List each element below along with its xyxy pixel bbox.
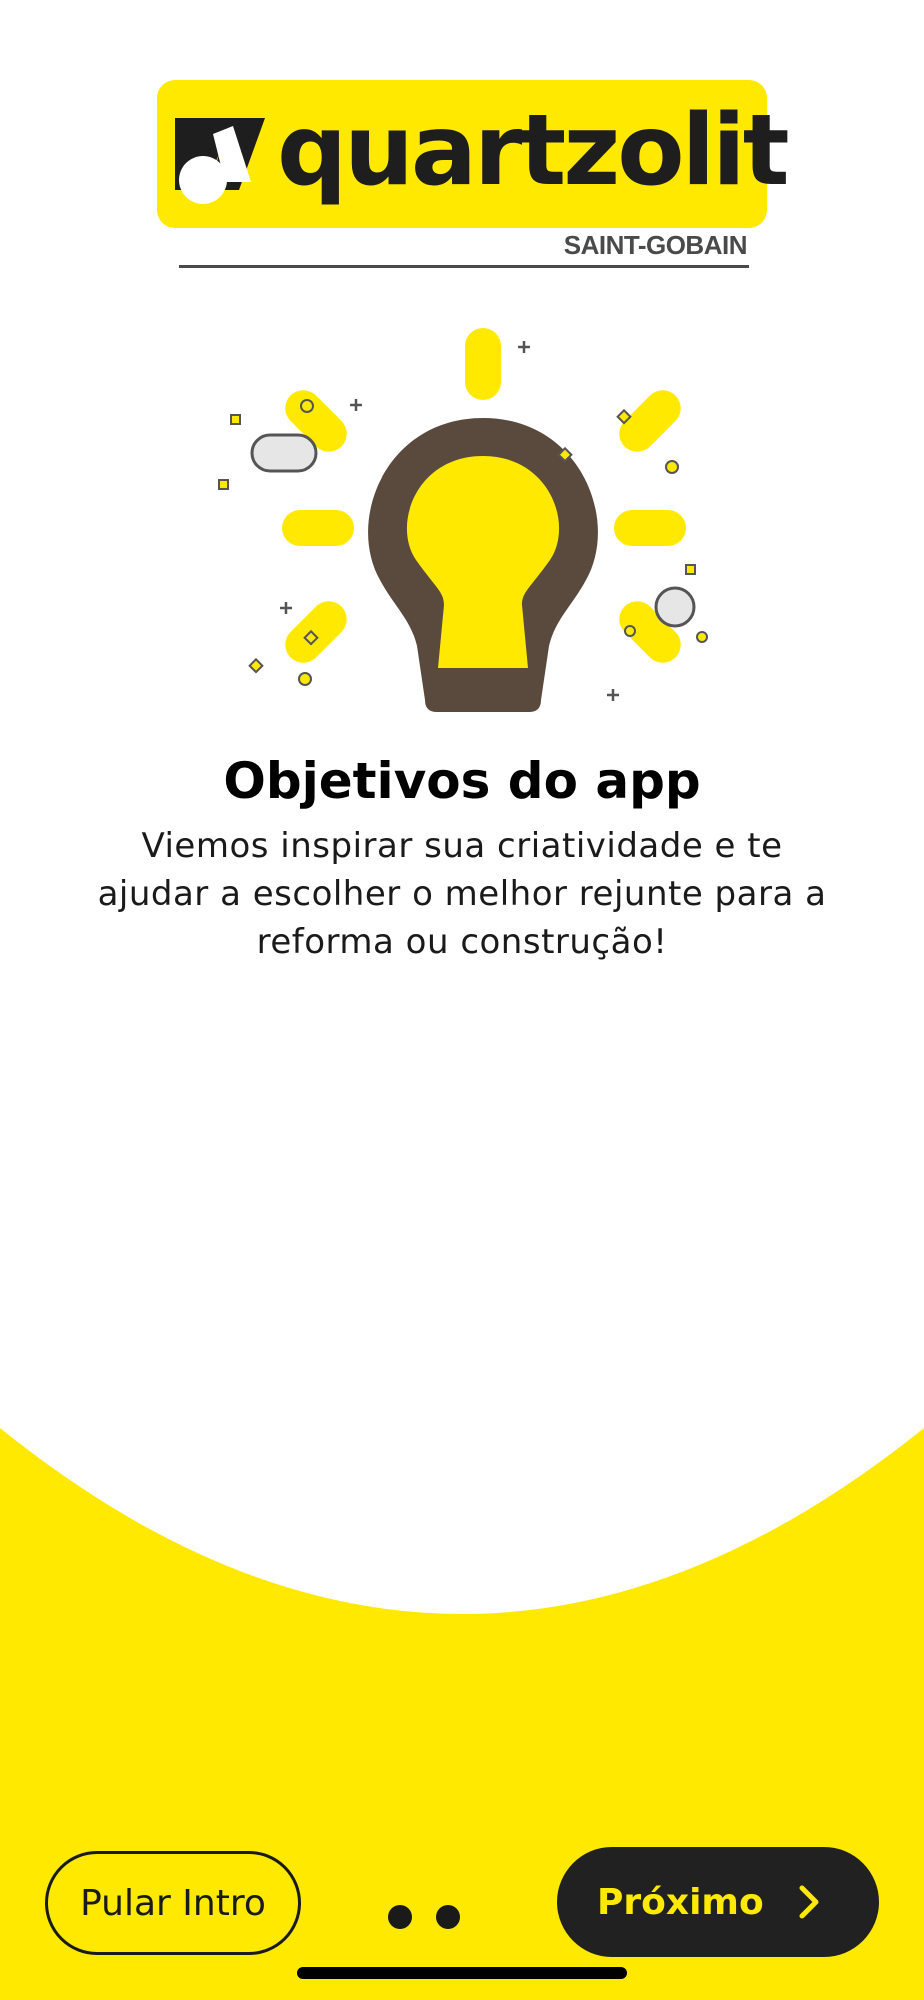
logo-underline [179, 265, 749, 268]
pagination-dot [436, 1905, 460, 1929]
logo-subbrand: SAINT-GOBAIN [563, 230, 748, 260]
pagination-dots [384, 1905, 464, 1935]
skip-intro-button[interactable]: Pular Intro [45, 1851, 301, 1955]
intro-screen: quartzolit SAINT-GOBAIN Objetivos do app… [0, 0, 924, 2000]
logo-badge: quartzolit [157, 80, 790, 228]
logo-wordmark: quartzolit [277, 94, 790, 208]
page-title: Objetivos do app [223, 752, 701, 810]
pagination-dot [388, 1905, 412, 1929]
page-description: Viemos inspirar sua criatividade e te aj… [97, 826, 827, 962]
next-button[interactable]: Próximo [557, 1847, 879, 1957]
logo-mark-icon [175, 118, 265, 204]
brand-logo: quartzolit SAINT-GOBAIN [157, 80, 790, 270]
next-button-label: Próximo [597, 1881, 764, 1923]
lightbulb-icon [218, 328, 708, 712]
home-indicator[interactable] [297, 1967, 627, 1979]
chevron-right-icon [799, 1885, 819, 1919]
